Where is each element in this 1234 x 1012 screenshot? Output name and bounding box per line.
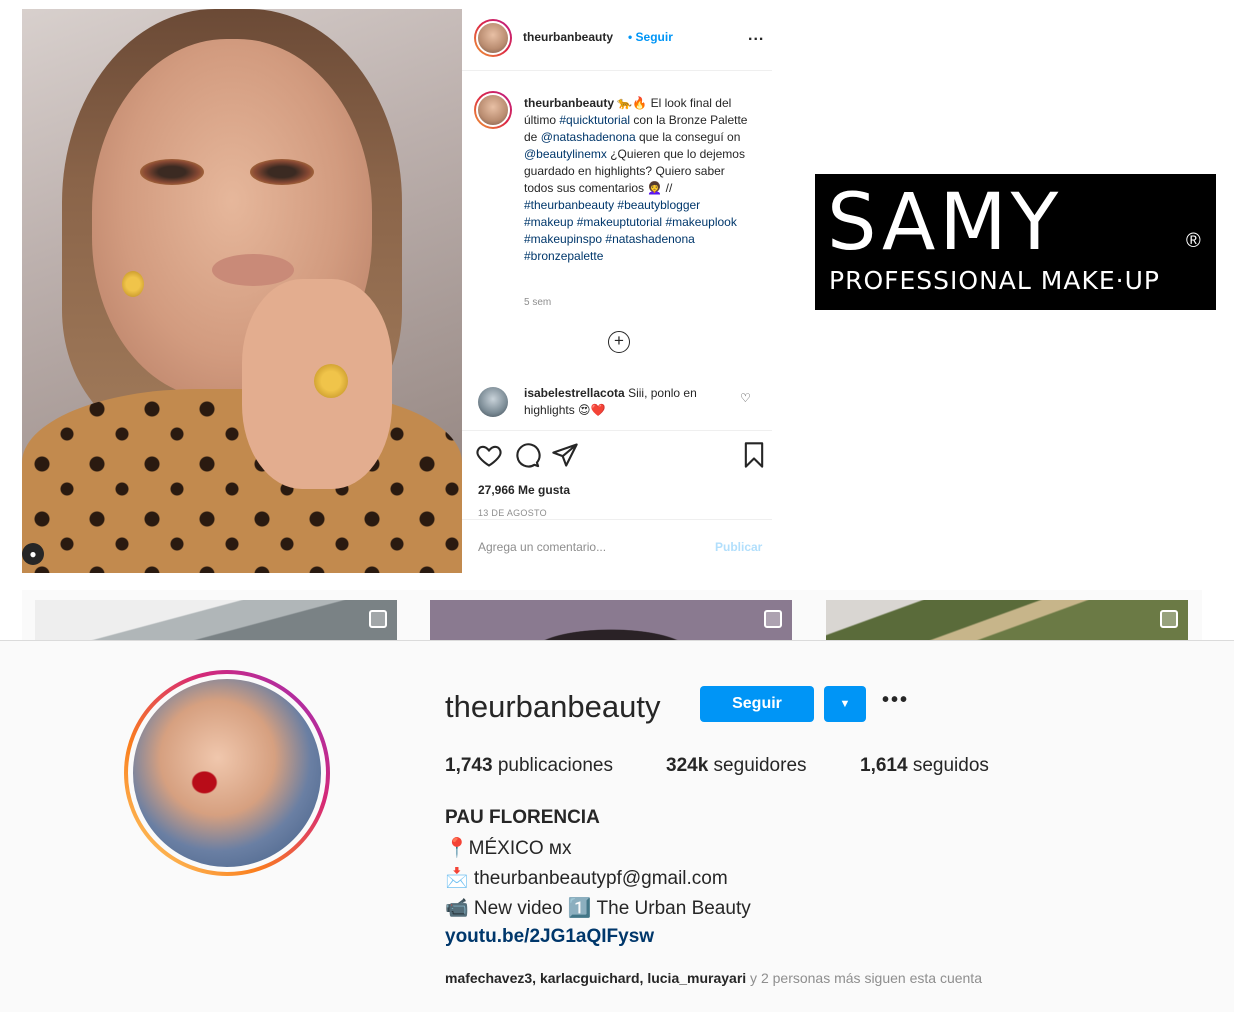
bio-link[interactable]: youtu.be/2JG1aQIFysw xyxy=(445,926,654,948)
post-follow-link[interactable]: • Seguir xyxy=(628,30,673,44)
comment-item: isabelestrellacota Siii, ponlo en highli… xyxy=(524,385,724,419)
caption-tag-link[interactable]: #makeuplook xyxy=(665,215,736,229)
post-caption: theurbanbeauty 🐆🔥 El look final del últi… xyxy=(524,95,752,265)
stat-followers-count[interactable]: 324k xyxy=(666,755,708,776)
post-more-button[interactable]: ... xyxy=(748,27,764,45)
caption-tag-link[interactable]: @natashadenona xyxy=(541,130,636,144)
post-header: theurbanbeauty • Seguir ... xyxy=(462,9,772,71)
bio-email: 📩 theurbanbeautypf@gmail.com xyxy=(445,868,728,889)
post-date: 13 DE AGOSTO xyxy=(478,508,547,518)
samy-registered-mark: ® xyxy=(1186,230,1201,252)
caption-body: El look final del último #quicktutorial … xyxy=(524,96,747,263)
stat-following[interactable]: 1,614 seguidos xyxy=(860,755,989,777)
stat-posts: 1,743 publicaciones xyxy=(445,755,613,777)
caption-tag-link[interactable]: #makeup xyxy=(524,215,573,229)
samy-brand-word: SAMY xyxy=(827,178,1063,268)
profile-avatar[interactable] xyxy=(124,670,330,876)
caption-tag-link[interactable]: #beautyblogger xyxy=(617,198,700,212)
stat-following-label[interactable]: seguidos xyxy=(908,755,989,776)
multi-image-icon xyxy=(1160,610,1178,628)
multi-image-icon xyxy=(369,610,387,628)
tagged-user-icon[interactable]: ● xyxy=(22,543,44,565)
caption-avatar[interactable] xyxy=(474,91,512,129)
bio-video: 📹 New video 1️⃣ The Urban Beauty xyxy=(445,898,751,919)
post-avatar[interactable] xyxy=(474,19,512,57)
caption-username[interactable]: theurbanbeauty xyxy=(524,96,614,110)
followed-by-rest[interactable]: y 2 personas más siguen esta cuenta xyxy=(746,970,982,986)
photo-earring xyxy=(122,271,144,297)
stat-following-count[interactable]: 1,614 xyxy=(860,755,908,776)
grid-thumb-3[interactable] xyxy=(826,600,1188,640)
screenshot-collage: ● theurbanbeauty • Seguir ... theurbanbe… xyxy=(0,0,1234,1012)
share-icon[interactable] xyxy=(551,441,579,469)
samy-logo: SAMY ® PROFESSIONAL MAKE·UP xyxy=(815,174,1216,310)
grid-thumb-1[interactable] xyxy=(35,600,397,640)
caption-emoji: 🐆🔥 xyxy=(617,96,648,110)
multi-image-icon xyxy=(764,610,782,628)
stat-posts-label: publicaciones xyxy=(492,755,613,776)
commenter-avatar[interactable] xyxy=(478,387,508,417)
stat-followers-label[interactable]: seguidores xyxy=(708,755,807,776)
profile-more-button[interactable]: ••• xyxy=(882,689,909,712)
caption-tag-link[interactable]: #bronzepalette xyxy=(524,249,603,263)
bio-location: 📍MÉXICO ᴍx xyxy=(445,838,572,859)
post-follow-label[interactable]: Seguir xyxy=(636,30,673,44)
photo-lips xyxy=(212,254,294,286)
caption-tag-link[interactable]: #makeuptutorial xyxy=(577,215,662,229)
followed-by-users[interactable]: mafechavez3, karlacguichard, lucia_muray… xyxy=(445,970,746,986)
caption-tag-link[interactable]: #makeupinspo xyxy=(524,232,602,246)
caption-text: que la conseguí on xyxy=(635,130,741,144)
suggestions-dropdown-button[interactable]: ▼ xyxy=(824,686,866,722)
post-username[interactable]: theurbanbeauty xyxy=(523,30,613,44)
stat-posts-count: 1,743 xyxy=(445,755,493,776)
caption-time: 5 sem xyxy=(524,297,552,308)
caption-tag-link[interactable]: #quicktutorial xyxy=(559,113,630,127)
photo-eye-left xyxy=(140,159,204,185)
profile-username: theurbanbeauty xyxy=(445,689,661,724)
photo-ring xyxy=(314,364,348,398)
grid-thumb-2[interactable] xyxy=(430,600,792,640)
profile-full-name: PAU FLORENCIA xyxy=(445,807,600,828)
load-more-comments-icon[interactable]: + xyxy=(608,331,630,353)
save-icon[interactable] xyxy=(740,441,768,469)
post-actions: 27,966 Me gusta 13 DE AGOSTO xyxy=(462,430,772,520)
publish-button[interactable]: Publicar xyxy=(715,540,762,554)
comment-username[interactable]: isabelestrellacota xyxy=(524,386,625,400)
follow-button[interactable]: Seguir xyxy=(700,686,814,722)
profile-header: theurbanbeauty Seguir ▼ ••• 1,743 public… xyxy=(0,640,1234,1012)
photo-eye-right xyxy=(250,159,314,185)
stat-followers[interactable]: 324k seguidores xyxy=(666,755,807,777)
like-icon[interactable] xyxy=(475,441,503,469)
caption-tag-link[interactable]: #natashadenona xyxy=(605,232,694,246)
post-panel: theurbanbeauty • Seguir ... theurbanbeau… xyxy=(462,9,772,573)
comment-input[interactable]: Agrega un comentario... xyxy=(478,540,606,554)
caption-tag-link[interactable]: @beautylinemx xyxy=(524,147,607,161)
caret-down-icon: ▼ xyxy=(839,698,851,710)
comment-icon[interactable] xyxy=(513,441,541,469)
comment-like-icon[interactable]: ♡ xyxy=(740,391,751,405)
caption-tag-link[interactable]: #theurbanbeauty xyxy=(524,198,614,212)
samy-tagline: PROFESSIONAL MAKE·UP xyxy=(829,266,1160,295)
followed-by[interactable]: mafechavez3, karlacguichard, lucia_muray… xyxy=(445,970,982,986)
likes-count[interactable]: 27,966 Me gusta xyxy=(478,483,570,497)
post-photo[interactable]: ● xyxy=(22,9,462,573)
